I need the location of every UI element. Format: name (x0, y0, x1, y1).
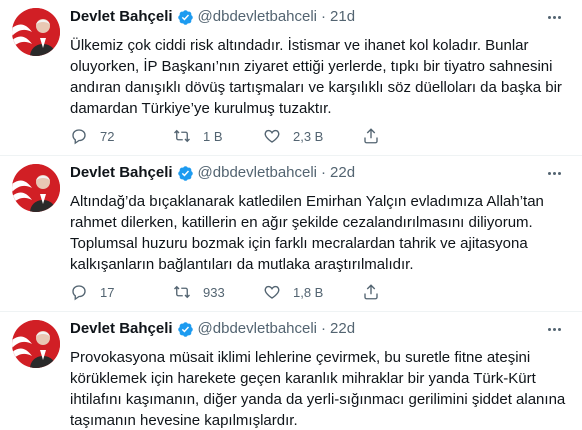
like-button[interactable]: 1,8 B (263, 282, 323, 302)
reply-count: 17 (100, 284, 115, 300)
retweet-button[interactable]: 933 (173, 282, 225, 302)
verified-badge-icon (177, 165, 194, 182)
share-button[interactable] (362, 282, 380, 302)
retweet-count: 933 (203, 284, 225, 300)
author-handle[interactable]: @dbdevletbahceli (198, 320, 317, 338)
retweet-icon (174, 285, 190, 299)
tweet-text: Provokasyona müsait iklimi lehlerine çev… (70, 349, 566, 429)
more-icon[interactable] (542, 320, 566, 338)
separator-dot: · (321, 8, 327, 25)
reply-count: 72 (100, 128, 115, 144)
reply-icon (72, 129, 86, 145)
author-handle[interactable]: @dbdevletbahceli (198, 164, 317, 182)
reply-button[interactable]: 72 (70, 126, 114, 146)
tweet-feed: Devlet Bahçeli @dbdevletbahceli · 21d Ül… (0, 0, 582, 430)
avatar[interactable] (12, 8, 60, 56)
author-name[interactable]: Devlet Bahçeli (70, 164, 173, 182)
like-count: 2,3 B (293, 128, 324, 144)
share-icon (364, 284, 378, 300)
reply-icon (72, 285, 86, 301)
retweet-button[interactable]: 1 B (173, 126, 223, 146)
verified-badge-icon (177, 321, 194, 338)
tweet[interactable]: Devlet Bahçeli @dbdevletbahceli · 22d Pr… (0, 312, 582, 430)
retweet-count: 1 B (203, 128, 223, 144)
tweet-time[interactable]: 22d (330, 164, 355, 182)
author-name[interactable]: Devlet Bahçeli (70, 320, 173, 338)
tweet-actions: 72 1 B 2,3 B (70, 126, 570, 146)
tweet-text: Ülkemiz çok ciddi risk altındadır. İstis… (70, 37, 562, 117)
share-icon (364, 128, 378, 144)
tweet-text: Altındağ’da bıçaklanarak katledilen Emir… (70, 193, 544, 273)
more-icon[interactable] (542, 8, 566, 26)
reply-button[interactable]: 17 (70, 282, 114, 302)
retweet-icon (174, 129, 190, 143)
like-button[interactable]: 2,3 B (263, 126, 323, 146)
author-handle[interactable]: @dbdevletbahceli (198, 8, 317, 26)
avatar[interactable] (12, 164, 60, 212)
tweet-time[interactable]: 22d (330, 320, 355, 338)
like-icon (264, 129, 280, 143)
like-icon (264, 285, 280, 299)
verified-badge-icon (177, 9, 194, 26)
separator-dot: · (321, 320, 327, 337)
more-icon[interactable] (542, 164, 566, 182)
tweet[interactable]: Devlet Bahçeli @dbdevletbahceli · 21d Ül… (0, 0, 582, 156)
tweet[interactable]: Devlet Bahçeli @dbdevletbahceli · 22d Al… (0, 156, 582, 312)
share-button[interactable] (362, 126, 380, 146)
avatar[interactable] (12, 320, 60, 368)
tweet-actions: 17 933 1,8 B (70, 282, 570, 302)
like-count: 1,8 B (293, 284, 324, 300)
separator-dot: · (321, 164, 327, 181)
author-name[interactable]: Devlet Bahçeli (70, 8, 173, 26)
tweet-time[interactable]: 21d (330, 8, 355, 26)
